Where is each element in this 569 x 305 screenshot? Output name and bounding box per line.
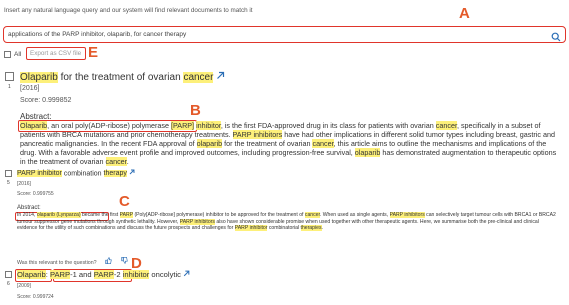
result-number: 1 (8, 84, 11, 90)
title-highlight: Olaparib (20, 72, 58, 84)
abstract-highlight: cancer (435, 121, 457, 130)
abstract-text: . When used as single agents, (319, 212, 390, 218)
callout-a: A (459, 5, 470, 22)
result-checkbox[interactable] (5, 170, 12, 177)
result-number: 6 (7, 281, 10, 287)
abstract-text: combinatorial (267, 225, 301, 232)
abstract-highlight: cancer (312, 139, 334, 148)
result-year: [2016] (17, 181, 31, 187)
result-score: Score: 0.999755 (17, 191, 54, 197)
result-abstract: Olaparib, an oral poly(ADP-ribose) polym… (20, 121, 562, 166)
title-highlight: inhibitor (122, 270, 150, 279)
abstract-highlight: [PARP] (171, 121, 195, 130)
abstract-highlight: olaparib (354, 148, 381, 157)
external-link-icon[interactable] (129, 169, 135, 178)
abstract-text: . (321, 225, 323, 232)
abstract-highlight: PARP (119, 212, 134, 218)
search-input[interactable] (8, 28, 538, 40)
abstract-label: Abstract: (17, 205, 41, 211)
result-title[interactable]: PARP inhibitor combination therapy (17, 169, 135, 178)
result-checkbox[interactable] (5, 72, 14, 81)
abstract-text: , an oral poly(ADP-ribose) polymerase (47, 121, 172, 130)
external-link-icon[interactable] (216, 71, 225, 84)
result-checkbox[interactable] (5, 271, 12, 278)
result-abstract: In 2014, olaparib (Lynparza) became the … (17, 212, 557, 232)
abstract-highlight: olaparib (196, 139, 223, 148)
callout-b: B (190, 102, 201, 119)
abstract-highlight: Olaparib (20, 121, 48, 130)
result-score: Score: 0.999852 (20, 97, 72, 104)
abstract-highlight: PARP inhibitors (179, 218, 215, 225)
callout-c: C (119, 193, 130, 210)
abstract-text: In 2014, (17, 212, 37, 218)
search-icon[interactable] (551, 29, 561, 47)
abstract-highlight: therapies (300, 225, 322, 232)
abstract-text: became (80, 212, 101, 218)
title-highlight: cancer (183, 72, 214, 84)
title-highlight: PARP (93, 270, 114, 279)
abstract-text: the first (100, 212, 120, 218)
abstract-highlight: inhibitor (196, 121, 221, 130)
title-text: -2 (113, 270, 123, 279)
callout-e: E (88, 44, 99, 61)
search-bar[interactable] (3, 26, 566, 43)
select-all-label: All (14, 51, 22, 58)
abstract-highlight: cancer (304, 212, 320, 218)
title-highlight: therapy (103, 170, 127, 178)
result-title[interactable]: Olaparib: PARP-1 and PARP-2 inhibitor on… (17, 270, 190, 280)
select-all-checkbox[interactable] (4, 51, 11, 58)
title-text: oncolytic (149, 270, 181, 279)
abstract-highlight: cancer (105, 157, 127, 166)
abstract-highlight: PARP inhibitors (389, 212, 425, 218)
callout-d: D (131, 255, 142, 272)
title-text: combination (61, 170, 104, 178)
result-year: [2016] (20, 85, 40, 92)
thumbs-down-icon[interactable] (120, 251, 128, 269)
abstract-highlight: olaparib (Lynparza) (36, 212, 81, 218)
title-highlight: PARP (49, 270, 71, 279)
title-text: -1 and (70, 270, 94, 279)
title-highlight: Olaparib (17, 270, 46, 279)
result-score: Score: 0.999724 (17, 294, 54, 300)
external-link-icon[interactable] (183, 270, 190, 280)
abstract-text: . (126, 157, 129, 166)
title-text: for the treatment of ovarian (57, 72, 184, 84)
abstract-text: (Poly[ADP-ribose] polymerase) inhibitor … (133, 212, 305, 218)
thumbs-up-icon[interactable] (105, 251, 112, 269)
abstract-text: for the treatment of ovarian (222, 139, 313, 148)
abstract-highlight: PARP inhibitor (234, 225, 268, 232)
result-year: [2009] (17, 283, 31, 289)
abstract-highlight: PARP inhibitors (232, 130, 283, 139)
abstract-text: , is the first FDA-approved drug in its … (220, 121, 436, 130)
result-title[interactable]: Olaparib for the treatment of ovarian ca… (20, 71, 225, 84)
export-csv-label: Export as CSV file (30, 50, 82, 57)
export-csv-button[interactable]: Export as CSV file (26, 47, 86, 60)
instruction-text: Insert any natural language query and ou… (4, 7, 253, 14)
feedback-row: Was this relevant to the question? (17, 251, 128, 269)
feedback-question: Was this relevant to the question? (17, 260, 97, 267)
title-highlight: PARP inhibitor (17, 170, 62, 178)
result-number: 5 (7, 180, 10, 186)
